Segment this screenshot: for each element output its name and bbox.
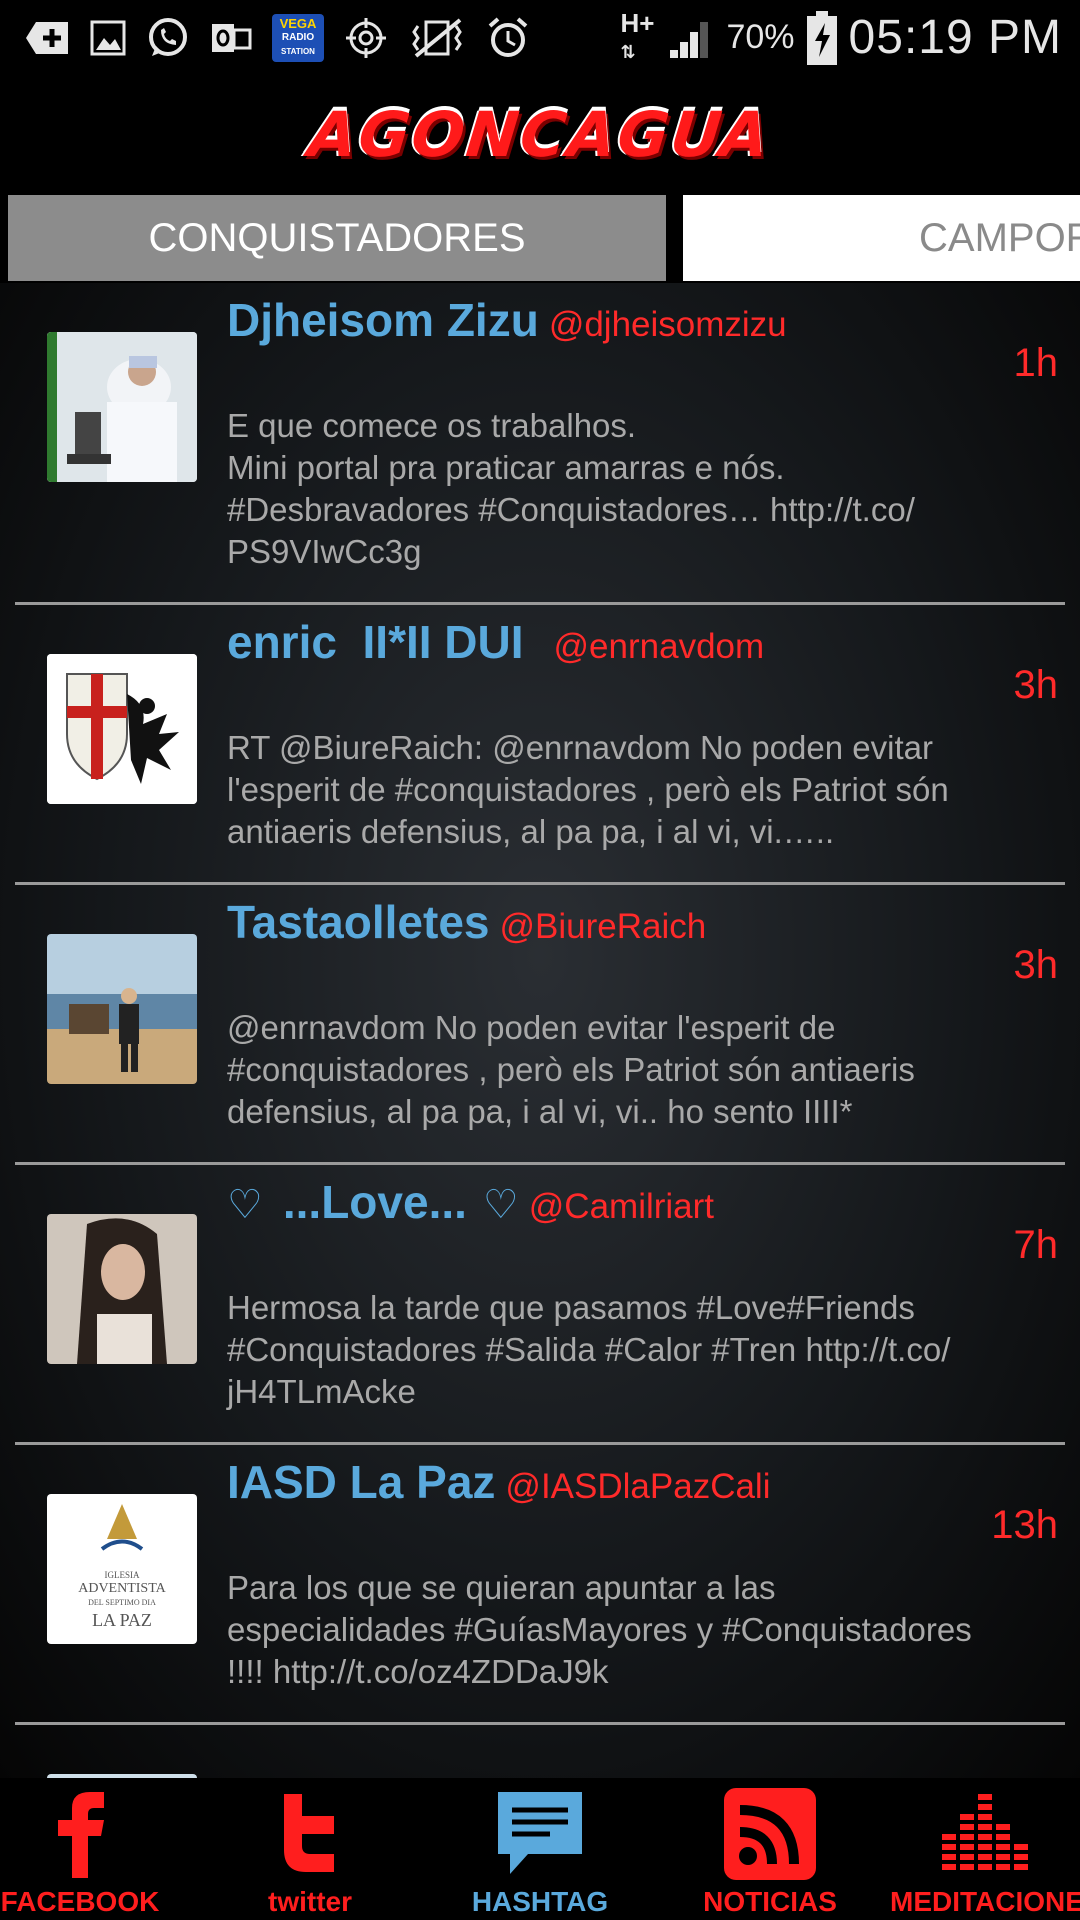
nav-hashtag[interactable]: HASHTAG: [450, 1778, 630, 1920]
equalizer-icon: [940, 1788, 1030, 1883]
vibrate-mute-icon: [408, 16, 466, 60]
tweet-feed[interactable]: Djheisom Zizu @djheisomzizu 1h E que com…: [0, 283, 1080, 1778]
tweet-text: RT @BiureRaich: @enrnavdom No poden evit…: [227, 729, 949, 850]
tweet-text: Para los que se quieran apuntar a las es…: [227, 1569, 972, 1690]
tweet-item[interactable]: ♡ ...Love... ♡ @Camilriart 7h Hermosa la…: [0, 1165, 1080, 1445]
tab-bar: CONQUISTADORES CAMPOR: [0, 195, 1080, 283]
tweet-time: 7h: [1013, 1223, 1059, 1267]
tweet-header: Tastaolletes @BiureRaich: [227, 895, 1060, 955]
avatar[interactable]: [47, 654, 197, 804]
tweet-handle[interactable]: @djheisomzizu: [549, 305, 787, 345]
avatar[interactable]: [47, 332, 197, 482]
avatar[interactable]: [47, 934, 197, 1084]
network-type-icon: H+ ⇅: [620, 8, 655, 62]
tweet-author-name[interactable]: Tastaolletes: [227, 895, 489, 949]
chat-bubble-icon: [494, 1788, 586, 1883]
vega-radio-icon: VEGA RADIO STATION: [272, 13, 324, 62]
app-header: AGONCAGUA: [0, 75, 1080, 195]
tweet-time: 1h: [1013, 341, 1059, 385]
tab-conquistadores[interactable]: CONQUISTADORES: [8, 195, 666, 281]
adventist-logo-icon: [100, 1504, 144, 1551]
signal-strength-icon: [666, 16, 714, 60]
tweet-author-name[interactable]: Djheisom Zizu: [227, 293, 539, 347]
tweet-item[interactable]: enric II*II DUI @enrnavdom 3h RT @BiureR…: [0, 605, 1080, 885]
tweet-handle[interactable]: @IASDlaPazCali: [505, 1467, 770, 1507]
battery-charging-icon: [806, 10, 837, 65]
tweet-time: 3h: [1013, 663, 1059, 707]
heart-icon: ♡: [482, 1183, 519, 1227]
gps-icon: [344, 16, 388, 60]
tweet-author-name[interactable]: IASD La Paz: [227, 1455, 495, 1509]
tweet-author-name[interactable]: ...Love...: [283, 1175, 467, 1229]
nav-facebook[interactable]: FACEBOOK: [0, 1778, 160, 1920]
image-icon: [90, 20, 126, 56]
tweet-item[interactable]: Djheisom Zizu @djheisomzizu 1h E que com…: [0, 283, 1080, 605]
tweet-item[interactable]: Tastaolletes @BiureRaich 3h @enrnavdom N…: [0, 885, 1080, 1165]
add-icon: [24, 18, 70, 58]
nav-twitter[interactable]: twitter: [220, 1778, 400, 1920]
bottom-navigation: FACEBOOK twitter HASHTAG NOTICIAS MEDITA…: [0, 1778, 1080, 1920]
tweet-header: IASD La Paz @IASDlaPazCali: [227, 1455, 1060, 1515]
tweet-time: 3h: [1013, 943, 1059, 987]
alarm-icon: [486, 16, 530, 60]
avatar[interactable]: IGLESIA ADVENTISTA DEL SEPTIMO DIA LA PA…: [47, 1494, 197, 1644]
whatsapp-icon: [146, 16, 190, 60]
avatar[interactable]: [47, 1214, 197, 1364]
heart-icon: ♡: [227, 1183, 263, 1227]
tweet-text: @enrnavdom No poden evitar l'esperit de …: [227, 1009, 915, 1130]
twitter-icon: [270, 1788, 350, 1883]
tweet-time: 13h: [991, 1503, 1058, 1547]
nav-noticias[interactable]: NOTICIAS: [680, 1778, 860, 1920]
rss-icon: [724, 1788, 816, 1885]
tweet-handle[interactable]: @enrnavdom: [554, 627, 765, 667]
status-icons-left: VEGA RADIO STATION: [0, 0, 530, 75]
tab-campor[interactable]: CAMPOR: [683, 195, 1080, 281]
status-icons-right: H+ ⇅ 70% 05:19 PM: [621, 0, 1062, 75]
tweet-handle[interactable]: @BiureRaich: [499, 907, 706, 947]
tweet-item[interactable]: [0, 1725, 1080, 1778]
nav-meditaciones[interactable]: MEDITACIONE: [890, 1778, 1080, 1920]
tweet-text: E que comece os trabalhos. Mini portal p…: [227, 407, 915, 570]
outlook-icon: [210, 18, 252, 58]
tweet-item[interactable]: IGLESIA ADVENTISTA DEL SEPTIMO DIA LA PA…: [0, 1445, 1080, 1725]
clock: 05:19 PM: [848, 11, 1062, 64]
tweet-author-name[interactable]: enric II*II DUI: [227, 615, 524, 669]
facebook-icon: [50, 1788, 110, 1883]
battery-percent: 70%: [726, 18, 795, 56]
tweet-header: Djheisom Zizu @djheisomzizu: [227, 293, 1060, 353]
status-bar: VEGA RADIO STATION H+ ⇅ 70% 05:19 PM: [0, 0, 1080, 75]
app-logo: AGONCAGUA: [305, 97, 775, 171]
tweet-text: Hermosa la tarde que pasamos #Love#Frien…: [227, 1289, 951, 1410]
tweet-header: ♡ ...Love... ♡ @Camilriart: [227, 1175, 1060, 1235]
tweet-handle[interactable]: @Camilriart: [529, 1187, 714, 1227]
tweet-header: enric II*II DUI @enrnavdom: [227, 615, 1060, 675]
